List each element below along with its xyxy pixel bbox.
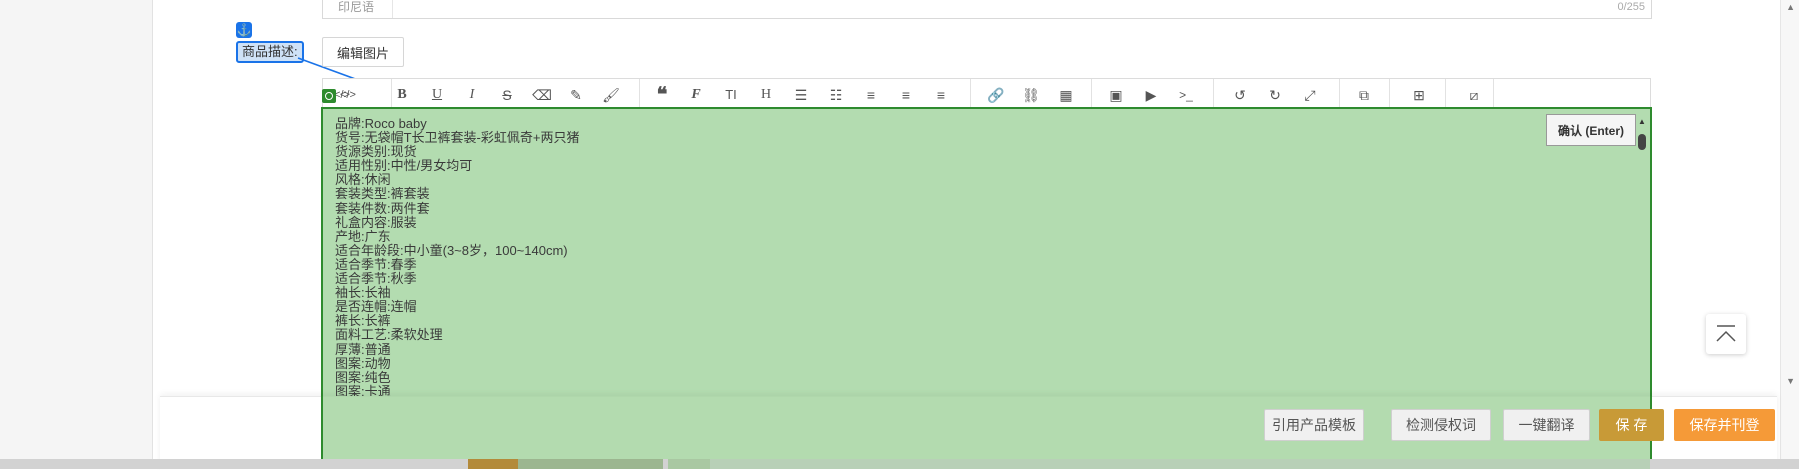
description-line: 图案:动物 (335, 355, 391, 371)
save-button[interactable]: 保 存 (1599, 409, 1664, 441)
description-line: 套装件数:两件套 (335, 200, 430, 216)
toolbar-separator (639, 79, 640, 109)
save-and-publish-button[interactable]: 保存并刊登 (1674, 409, 1775, 441)
toolbar-separator (1445, 79, 1446, 109)
format-painter-icon[interactable]: 🖌 (600, 84, 622, 106)
grid-icon[interactable]: ⊞ (1408, 84, 1430, 106)
description-line: 品牌:Roco baby (335, 116, 427, 131)
gallery-icon[interactable]: ⧉ (1353, 84, 1375, 106)
description-line: 风格:休闲 (335, 172, 391, 188)
video-icon[interactable]: ▶ (1140, 84, 1162, 106)
description-line: 适合季节:秋季 (335, 271, 417, 287)
description-line: 货源类别:现货 (335, 144, 417, 160)
italic-icon[interactable]: I (461, 84, 483, 106)
description-line: 货号:无袋帽T长卫裤套装-彩虹佩奇+两只猪 (335, 130, 580, 146)
description-line: 适用性别:中性/男女均可 (335, 158, 473, 174)
description-line: 袖长:长袖 (335, 285, 391, 301)
toolbar-separator (1339, 79, 1340, 109)
toolbar-separator (1091, 79, 1092, 109)
detect-infringement-words-button[interactable]: 检测侵权词 (1391, 409, 1491, 441)
underline-icon[interactable]: U (426, 84, 448, 106)
unlink-icon[interactable]: ⛓ (1020, 84, 1042, 106)
source-code-toggle-icon[interactable]: </> (340, 89, 356, 101)
taskbar-app[interactable] (518, 459, 663, 469)
code-icon[interactable]: >_ (1175, 84, 1197, 106)
description-line: 是否连帽:连帽 (335, 299, 417, 315)
align-left-icon[interactable]: ≡ (860, 84, 882, 106)
numbered-list-icon[interactable]: ☷ (825, 84, 847, 106)
toolbar-separator (1213, 79, 1214, 109)
one-click-translate-button[interactable]: 一键翻译 (1503, 409, 1590, 441)
confirm-button[interactable]: 确认 (Enter) (1546, 114, 1636, 146)
back-to-top-icon (1716, 325, 1736, 342)
editor-scrollbar[interactable]: ▲ (1638, 118, 1646, 150)
link-icon[interactable]: 🔗 (985, 84, 1007, 106)
bullet-list-icon[interactable]: ☰ (790, 84, 812, 106)
description-line: 图案:纯色 (335, 369, 391, 385)
table-icon[interactable]: ▦ (1055, 84, 1077, 106)
description-line: 裤长:长裤 (335, 313, 391, 329)
align-right-icon[interactable]: ≡ (930, 84, 952, 106)
selection-target-icon[interactable] (322, 89, 336, 103)
taskbar-app[interactable] (468, 459, 518, 469)
description-line: 适合季节:春季 (335, 256, 417, 272)
taskbar-region (710, 459, 1650, 469)
heading-icon[interactable]: H (755, 84, 777, 106)
description-line: 产地:广东 (335, 228, 391, 244)
edit-image-button[interactable]: 编辑图片 (322, 37, 404, 67)
taskbar-app[interactable] (668, 459, 710, 469)
image-edit-icon[interactable]: ⧄ (1463, 84, 1485, 106)
description-line: 礼盒内容:服装 (335, 214, 417, 230)
description-line: 套装类型:裤套装 (335, 186, 430, 202)
scroll-thumb[interactable] (1638, 134, 1646, 150)
description-line: 适合年龄段:中小童(3~8岁，100~140cm) (335, 242, 568, 258)
description-line: 厚薄:普通 (335, 341, 391, 357)
font-icon[interactable]: F (685, 84, 707, 106)
fullscreen-icon[interactable]: ⤢ (1299, 84, 1321, 106)
quote-icon[interactable]: ❝ (651, 84, 673, 106)
bold-icon[interactable]: B (391, 84, 413, 106)
image-icon[interactable]: ▣ (1105, 84, 1127, 106)
undo-icon[interactable]: ↺ (1229, 84, 1251, 106)
description-content[interactable]: 品牌:Roco baby 货号:无袋帽T长卫裤套装-彩虹佩奇+两只猪 货源类别:现货… (335, 116, 580, 399)
toolbar-separator (1493, 79, 1494, 109)
eraser-icon[interactable]: ⌫ (531, 84, 553, 106)
font-size-icon[interactable]: TI (720, 84, 742, 106)
description-line: 面料工艺:柔软处理 (335, 327, 443, 343)
editor-toolbar: </> B U I S ⌫ ✎ 🖌 ❝ F TI H ☰ ☷ ≡ ≡ ≡ 🔗 ⛓… (322, 78, 1651, 110)
redo-icon[interactable]: ↻ (1264, 84, 1286, 106)
toolbar-separator (970, 79, 971, 109)
strikethrough-icon[interactable]: S (496, 84, 518, 106)
align-center-icon[interactable]: ≡ (895, 84, 917, 106)
use-product-template-button[interactable]: 引用产品模板 (1264, 409, 1364, 441)
back-to-top-button[interactable] (1706, 314, 1746, 354)
brush-icon[interactable]: ✎ (565, 84, 587, 106)
toolbar-separator (1389, 79, 1390, 109)
scroll-up-icon[interactable]: ▲ (1638, 118, 1646, 126)
